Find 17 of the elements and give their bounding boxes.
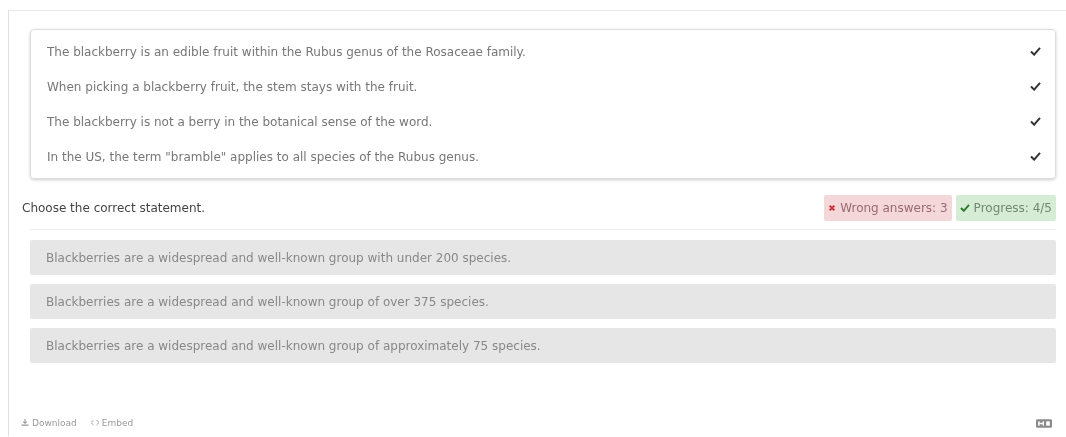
checkmark-icon <box>959 204 970 212</box>
statement-text: The blackberry is an edible fruit within the Rubus genus of the Rosaceae family. <box>47 44 526 59</box>
wrong-answers-badge: Wrong answers: 3 <box>824 195 952 221</box>
answer-option[interactable]: Blackberries are a widespread and well-known group of approximately 75 species. <box>30 328 1056 363</box>
answer-option[interactable]: Blackberries are a widespread and well-known group of over 375 species. <box>30 284 1056 319</box>
code-icon <box>90 419 99 426</box>
close-icon <box>828 204 837 212</box>
statement-text: In the US, the term "bramble" applies to all species of the Rubus genus. <box>47 149 479 164</box>
statement-text: The blackberry is not a berry in the botanical sense of the word. <box>47 114 433 129</box>
question-text: Choose the correct statement. <box>22 201 206 215</box>
download-link[interactable]: Download <box>21 418 77 428</box>
statement-text: When picking a blackberry fruit, the stem stays with the fruit. <box>47 79 418 94</box>
logo-icon <box>1036 418 1052 428</box>
answer-option[interactable]: Blackberries are a widespread and well-known group with under 200 species. <box>30 240 1056 275</box>
download-icon <box>21 419 29 426</box>
progress-badge: Progress: 4/5 <box>955 195 1056 221</box>
embed-link[interactable]: Embed <box>90 418 134 428</box>
